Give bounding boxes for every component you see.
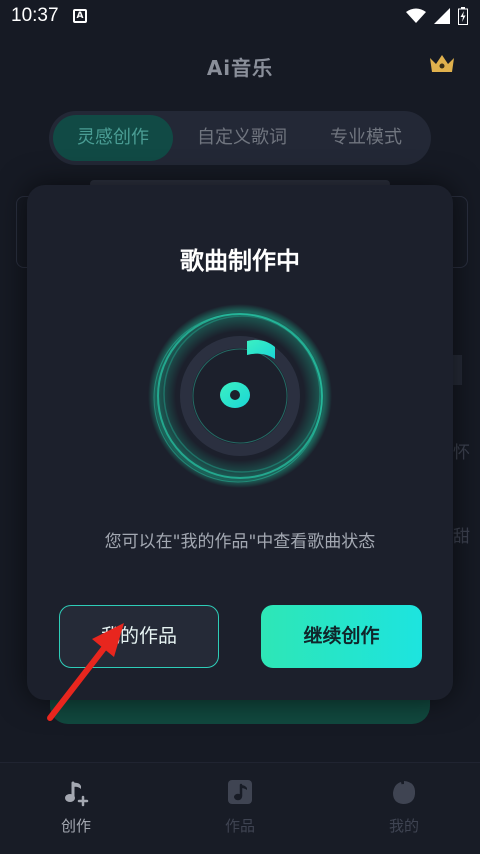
crown-icon[interactable] — [428, 52, 456, 76]
dialog-message: 您可以在"我的作品"中查看歌曲状态 — [104, 532, 376, 552]
status-icons — [406, 7, 468, 25]
app-title: Ai音乐 — [206, 56, 274, 80]
tab-pro-mode[interactable]: 专业模式 — [311, 115, 421, 161]
bottom-nav: 创作 作品 我的 — [0, 762, 480, 854]
music-disc-icon — [148, 304, 332, 488]
nav-create[interactable]: 创作 — [36, 777, 116, 836]
nav-mine-label: 我的 — [388, 817, 419, 835]
song-creating-dialog: 歌曲制作中 您可以在"我的作品"中查看歌曲状态 我的作品 继续创作 — [27, 185, 453, 700]
dialog-title: 歌曲制作中 — [180, 247, 300, 275]
tab-inspiration[interactable]: 灵感创作 — [53, 115, 173, 161]
battery-icon — [458, 7, 468, 25]
music-note-plus-icon — [65, 781, 89, 807]
nav-works[interactable]: 作品 — [200, 777, 280, 836]
background-text-fragment: 怀 — [453, 443, 470, 463]
tab-custom-lyrics[interactable]: 自定义歌词 — [187, 115, 297, 161]
status-bar: 10:37 A — [0, 0, 480, 34]
nav-mine[interactable]: 我的 — [364, 777, 444, 836]
background-text-fragment: 甜 — [453, 527, 470, 547]
my-works-button[interactable]: 我的作品 — [59, 605, 219, 668]
status-time: 10:37 — [11, 5, 59, 26]
continue-creating-button[interactable]: 继续创作 — [261, 605, 422, 668]
music-album-icon — [228, 780, 252, 804]
user-icon — [393, 781, 416, 804]
mode-tabs: 灵感创作 自定义歌词 专业模式 — [49, 111, 431, 165]
signal-icon — [434, 8, 450, 24]
nav-create-label: 创作 — [60, 817, 91, 835]
a-letter-icon: A — [73, 9, 87, 23]
nav-works-label: 作品 — [224, 817, 255, 835]
wifi-icon — [406, 8, 426, 23]
